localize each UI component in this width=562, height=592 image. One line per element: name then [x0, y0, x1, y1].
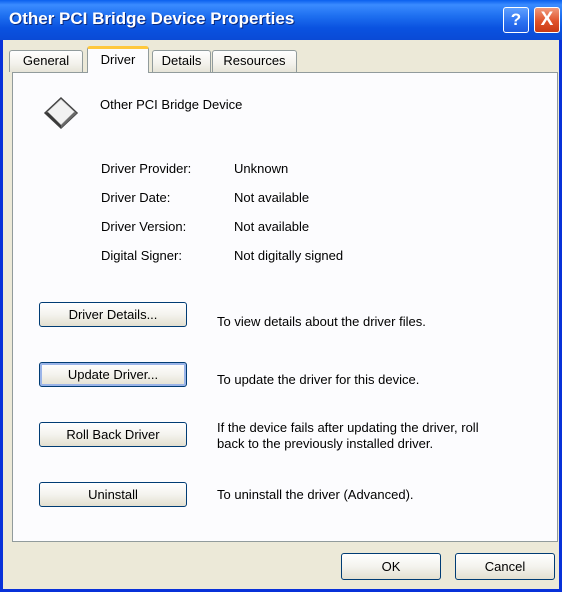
driver-version-value: Not available [234, 219, 310, 234]
driver-provider-label: Driver Provider: [101, 161, 192, 176]
tab-details[interactable]: Details [152, 50, 211, 72]
roll-back-driver-button[interactable]: Roll Back Driver [39, 422, 187, 447]
driver-details-button[interactable]: Driver Details... [39, 302, 187, 327]
driver-provider-value: Unknown [234, 161, 289, 176]
device-name: Other PCI Bridge Device [100, 97, 243, 112]
tab-driver[interactable]: Driver [87, 46, 149, 73]
update-driver-button[interactable]: Update Driver... [39, 362, 187, 387]
close-button[interactable]: X [534, 7, 560, 33]
tab-resources[interactable]: Resources [212, 50, 297, 72]
driver-details-description: To view details about the driver files. [217, 314, 426, 329]
driver-version-label: Driver Version: [101, 219, 187, 234]
properties-dialog: Other PCI Bridge Device Properties ? X G… [0, 0, 562, 592]
window-title: Other PCI Bridge Device Properties [9, 9, 295, 28]
cancel-button[interactable]: Cancel [455, 553, 555, 580]
uninstall-description: To uninstall the driver (Advanced). [217, 487, 414, 502]
driver-date-label: Driver Date: [101, 190, 171, 205]
title-bar[interactable]: Other PCI Bridge Device Properties ? X [0, 0, 562, 40]
digital-signer-value: Not digitally signed [234, 248, 344, 263]
update-driver-description: To update the driver for this device. [217, 372, 420, 387]
digital-signer-label: Digital Signer: [101, 248, 182, 263]
roll-back-description-line-2: back to the previously installed driver. [217, 436, 434, 451]
help-button[interactable]: ? [503, 7, 529, 33]
pci-bridge-device-icon [43, 96, 79, 130]
uninstall-button[interactable]: Uninstall [39, 482, 187, 507]
driver-date-value: Not available [234, 190, 310, 205]
roll-back-description-line-1: If the device fails after updating the d… [217, 420, 479, 435]
tab-general[interactable]: General [9, 50, 83, 72]
ok-button[interactable]: OK [341, 553, 441, 580]
